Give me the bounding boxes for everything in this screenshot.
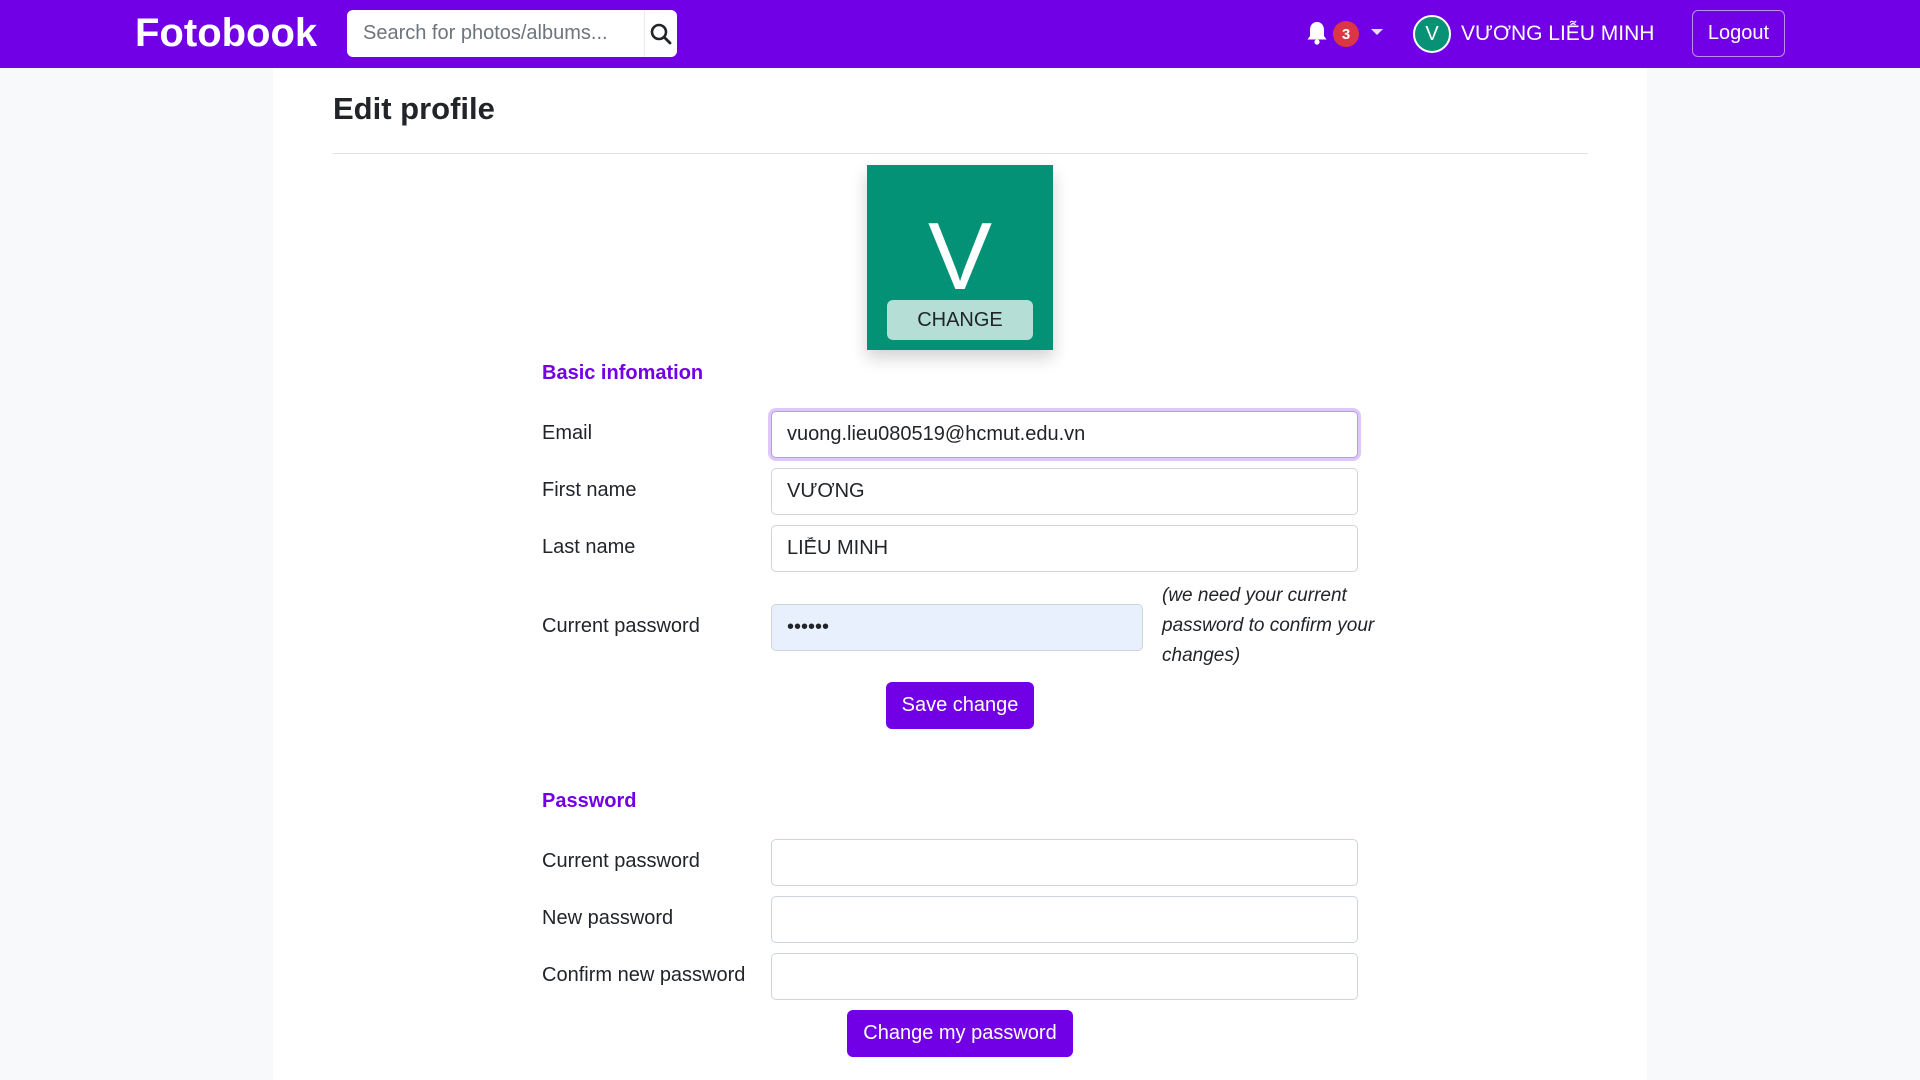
confirm-password-label: Confirm new password	[542, 964, 746, 986]
change-avatar-button[interactable]: CHANGE	[887, 300, 1033, 340]
bell-icon[interactable]	[1305, 20, 1329, 46]
main-content: Edit profile V CHANGE Basic infomation E…	[273, 68, 1647, 1080]
notification-dropdown-caret-icon[interactable]	[1371, 29, 1383, 35]
search-button[interactable]	[644, 10, 677, 57]
search-bar	[347, 10, 677, 57]
first-name-label: First name	[542, 479, 637, 501]
pw-current-field[interactable]	[771, 839, 1358, 886]
logout-button[interactable]: Logout	[1692, 10, 1785, 57]
pw-current-label: Current password	[542, 850, 700, 872]
email-label: Email	[542, 422, 593, 444]
last-name-field[interactable]	[771, 525, 1358, 572]
email-field[interactable]	[771, 411, 1358, 458]
password-hint: (we need your current password to confir…	[1162, 585, 1375, 666]
new-password-label: New password	[542, 907, 674, 929]
notification-badge: 3	[1333, 21, 1359, 47]
profile-avatar: V CHANGE	[867, 165, 1053, 350]
confirm-password-field[interactable]	[771, 953, 1358, 1000]
user-profile-link[interactable]: V VƯƠNG LIỄU MINH	[1413, 14, 1654, 54]
page-title: Edit profile	[333, 91, 495, 126]
first-name-field[interactable]	[771, 468, 1358, 515]
user-name: VƯƠNG LIỄU MINH	[1461, 22, 1655, 45]
search-input[interactable]	[347, 10, 644, 57]
new-password-field[interactable]	[771, 896, 1358, 943]
password-heading: Password	[542, 790, 637, 812]
search-icon	[650, 23, 672, 44]
user-avatar: V	[1413, 15, 1451, 53]
top-navbar: Fotobook 3 V VƯƠNG LIỄU MINH Logout	[0, 0, 1920, 68]
brand-logo[interactable]: Fotobook	[135, 8, 317, 58]
change-password-button[interactable]: Change my password	[847, 1010, 1073, 1057]
avatar-letter: V	[927, 203, 993, 310]
current-password-field[interactable]	[771, 604, 1143, 651]
basic-info-heading: Basic infomation	[542, 362, 704, 384]
save-change-button[interactable]: Save change	[886, 682, 1034, 729]
current-password-label: Current password	[542, 615, 700, 637]
title-divider	[333, 153, 1588, 154]
last-name-label: Last name	[542, 536, 636, 558]
